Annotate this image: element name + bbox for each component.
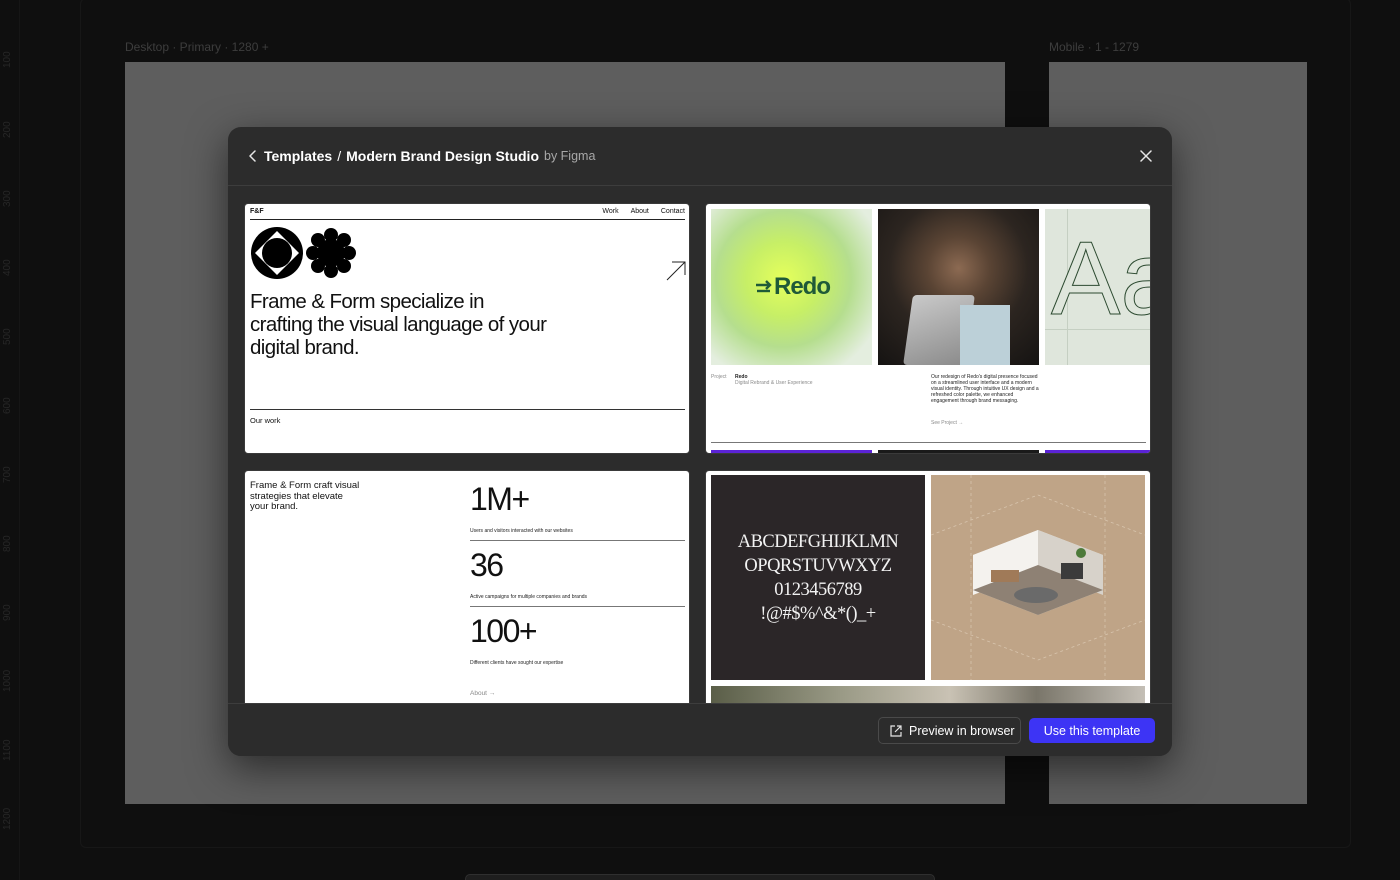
template-preview-gallery[interactable]: F&F Work About Contact Frame & Form spec… — [228, 187, 1172, 703]
divider — [470, 606, 685, 607]
next-card-preview — [711, 450, 872, 453]
divider — [711, 442, 1146, 443]
chevron-left-icon[interactable] — [244, 147, 262, 165]
stat-caption: Users and visitors interacted with our w… — [470, 528, 573, 534]
preview-thumbnail-hero[interactable]: F&F Work About Contact Frame & Form spec… — [244, 203, 690, 454]
stat-value: 36 — [470, 547, 504, 583]
next-card-preview — [878, 450, 1039, 453]
divider — [470, 540, 685, 541]
preview-button-label: Preview in browser — [909, 723, 1015, 738]
glyph-line: !@#$%^&*()_+ — [760, 603, 876, 624]
preview-thumbnail-project[interactable]: Redo Aa Project Redo Digital Rebrand & U… — [705, 203, 1151, 454]
modal-title: Templates / Modern Brand Design Studio — [264, 148, 539, 164]
glyph-line: ABCDEFGHIJKLMN — [737, 531, 899, 552]
about-link: About → — [470, 690, 496, 697]
stat-caption: Different clients have sought our expert… — [470, 660, 564, 666]
brand-mark-icon — [251, 227, 356, 279]
external-link-icon — [890, 724, 902, 737]
next-card-preview — [1045, 450, 1150, 453]
thumb-nav-item: Contact — [660, 208, 685, 215]
stat-value: 1M+ — [470, 481, 530, 517]
thumb-nav-item: About — [630, 208, 649, 215]
breadcrumb-separator: / — [337, 148, 342, 164]
modal-footer: Preview in browser Use this template — [228, 703, 1172, 756]
thumb-headline: Frame & Form specialize in crafting the … — [250, 290, 547, 359]
use-button-label: Use this template — [1043, 723, 1141, 738]
divider — [250, 409, 685, 410]
redo-arrows-icon — [756, 280, 772, 293]
stat-value: 100+ — [470, 613, 538, 649]
modal-header: Templates / Modern Brand Design Studio by … — [228, 127, 1172, 186]
person-photo — [878, 209, 1039, 365]
thumb-nav: F&F Work About Contact — [250, 208, 685, 220]
thumb-logo: F&F — [250, 208, 264, 215]
breadcrumb-templates[interactable]: Templates — [264, 148, 332, 164]
arrow-up-right-icon — [666, 261, 686, 281]
preview-in-browser-button[interactable]: Preview in browser — [878, 717, 1021, 744]
thumb-headline: Frame & Form craft visual strategies tha… — [250, 480, 360, 512]
thumb-section-label: Our work — [250, 416, 281, 425]
see-project-link: See Project → — [931, 420, 964, 426]
isometric-room-icon — [930, 475, 1146, 680]
figma-canvas[interactable]: 100 200 300 400 500 600 700 800 900 1000… — [0, 0, 1400, 880]
thumb-nav-item: Work — [602, 208, 619, 215]
glyph-line: 0123456789 — [774, 579, 862, 600]
typography-specimen: Aa — [1045, 209, 1150, 365]
redo-logo: Redo — [711, 209, 872, 365]
close-icon[interactable] — [1138, 148, 1154, 164]
template-name: Modern Brand Design Studio — [346, 148, 539, 164]
use-template-button[interactable]: Use this template — [1029, 718, 1155, 743]
preview-thumbnail-stats[interactable]: Frame & Form craft visual strategies tha… — [244, 470, 690, 703]
next-card-preview — [711, 686, 1145, 703]
redo-brand-card: Redo — [711, 209, 872, 365]
bottom-toolbar — [465, 874, 935, 880]
stat-caption: Active campaigns for multiple companies … — [470, 594, 588, 600]
glyph-line: OPQRSTUVWXYZ — [744, 555, 892, 576]
project-description: Our redesign of Redo's digital presence … — [931, 374, 1039, 404]
redo-brand-name: Redo — [774, 273, 831, 300]
project-subtitle: Digital Rebrand & User Experience — [735, 380, 813, 386]
shirt-shape — [960, 305, 1010, 365]
interior-render-card — [930, 475, 1146, 680]
template-author: by Figma — [544, 149, 596, 163]
preview-thumbnail-gallery[interactable]: ABCDEFGHIJKLMN OPQRSTUVWXYZ 0123456789 !… — [705, 470, 1151, 703]
specimen-glyphs: Aa — [1050, 221, 1150, 338]
project-label: Project — [711, 374, 727, 380]
template-modal: Templates / Modern Brand Design Studio by … — [228, 127, 1172, 756]
type-specimen-card: ABCDEFGHIJKLMN OPQRSTUVWXYZ 0123456789 !… — [711, 475, 925, 680]
